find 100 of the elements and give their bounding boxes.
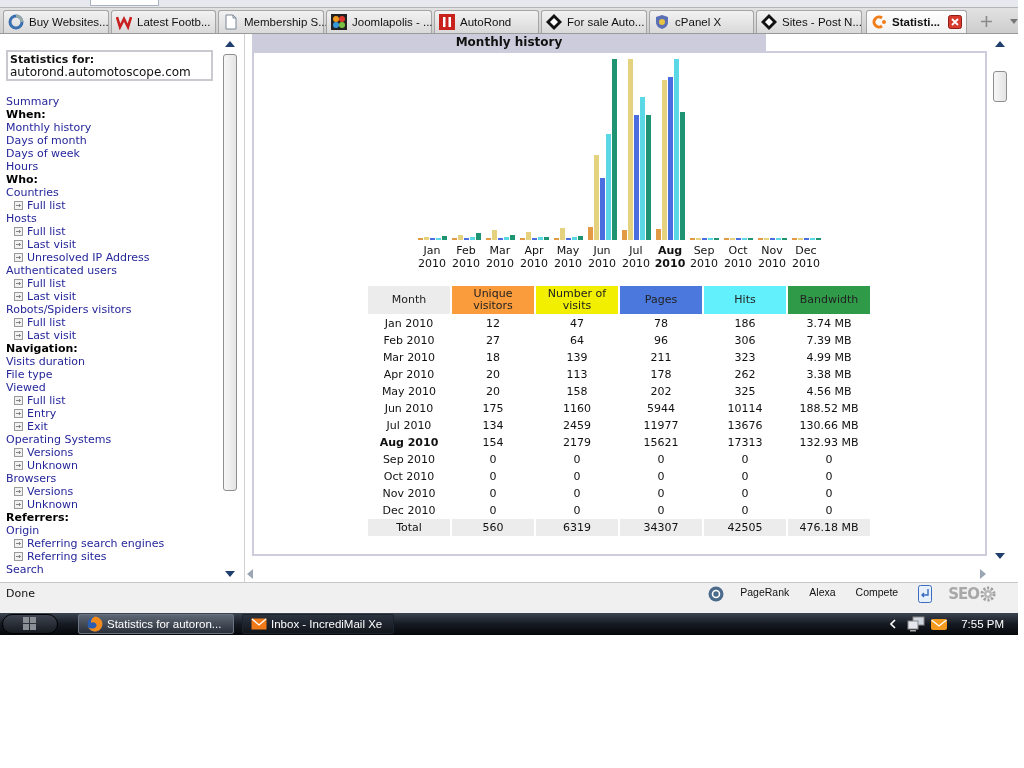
nav-sublink[interactable]: Unknown [27, 459, 79, 472]
table-cell-text: 0 [824, 503, 834, 519]
arrow-box-icon [14, 227, 23, 236]
nav-sublink[interactable]: Last visit [27, 238, 77, 251]
nav-link[interactable]: Countries [6, 186, 59, 199]
browser-tab[interactable]: Joomlapolis - ... [326, 10, 433, 33]
table-cell-text: 0 [488, 503, 498, 519]
browser-tab[interactable]: Membership S... [218, 10, 325, 33]
section-heading: Navigation: [6, 342, 79, 355]
nav-link[interactable]: Hosts [6, 212, 37, 225]
nav-link[interactable]: Days of month [6, 134, 87, 147]
nav-link[interactable]: Operating Systems [6, 433, 112, 446]
table-cell-text: 27 [485, 333, 501, 349]
table-cell-text: Apr 2010 [382, 367, 436, 383]
page-icon [223, 14, 240, 30]
table-cell-text: 0 [740, 452, 750, 468]
nav-sublink[interactable]: Unknown [27, 498, 79, 511]
nav-sublink[interactable]: Referring sites [27, 550, 107, 563]
circle-icon[interactable] [708, 586, 725, 602]
monitor-icon[interactable] [907, 616, 926, 632]
nav-link[interactable]: Browsers [6, 472, 57, 485]
table-cell-text: 202 [649, 384, 673, 400]
arrow-box-icon [14, 318, 23, 327]
nav-sublink[interactable]: Full list [27, 225, 66, 238]
table-cell-text: 0 [824, 469, 834, 485]
start-button[interactable] [2, 614, 58, 634]
nav-sublink[interactable]: Entry [27, 407, 57, 420]
diamond-icon [546, 14, 563, 30]
nav-link[interactable]: Authenticated users [6, 264, 117, 277]
axis-label: Mar 2010 [485, 244, 515, 270]
browser-tab[interactable]: AutoRond [434, 10, 540, 33]
nav-sublink[interactable]: Versions [27, 485, 74, 498]
total-cell: 42505 [704, 519, 786, 536]
nav-link[interactable]: Search [6, 563, 44, 576]
table-cell-text: 0 [572, 503, 582, 519]
table-cell-text: 186 [733, 316, 757, 332]
taskbar-button[interactable]: Inbox - IncrediMail Xe [242, 614, 394, 634]
scrollbar-thumb[interactable] [223, 54, 237, 491]
axis-label: Jun 2010 [587, 244, 617, 270]
statistics-for-label: Statistics for: [10, 53, 96, 66]
scroll-down-button[interactable] [225, 571, 235, 577]
table-cell-text: 0 [656, 469, 666, 485]
table-cell-text: Oct 2010 [382, 469, 436, 485]
nav-link[interactable]: Visits duration [6, 355, 85, 368]
nav-sublink[interactable]: Referring search engines [27, 537, 165, 550]
table-cell-text: 325 [733, 384, 757, 400]
scroll-up-button[interactable] [225, 41, 235, 47]
browser-tab[interactable]: Sites - Post N... [756, 10, 863, 33]
caret-icon[interactable] [1010, 19, 1018, 24]
table-cell-text: 47 [569, 316, 585, 332]
close-tab-icon[interactable] [948, 15, 963, 29]
nav-sublink[interactable]: Versions [27, 446, 74, 459]
table-cell-text: 78 [653, 316, 669, 332]
scroll-up-button[interactable] [995, 41, 1005, 47]
scroll-down-button[interactable] [995, 553, 1005, 559]
nav-sublink[interactable]: Full list [27, 199, 66, 212]
table-cell-text: Feb 2010 [382, 333, 436, 349]
table-cell-text: 178 [649, 367, 673, 383]
table-cell-text: 0 [656, 486, 666, 502]
browser-tab[interactable]: cPanel X [649, 10, 755, 33]
scrollbar-thumb[interactable] [993, 71, 1007, 102]
taskbar-button[interactable]: Statistics for autoron... [78, 614, 234, 634]
arrow-box-icon[interactable] [918, 585, 933, 603]
table-cell-text: 0 [740, 486, 750, 502]
nav-link[interactable]: Monthly history [6, 121, 92, 134]
nav-link[interactable]: Origin [6, 524, 40, 537]
table-cell-text: 17313 [726, 435, 764, 451]
axis-label: Dec 2010 [791, 244, 821, 270]
nav-link[interactable]: Viewed [6, 381, 46, 394]
browser-tab[interactable]: Statisti... [866, 10, 968, 33]
nav-link[interactable]: File type [6, 368, 53, 381]
chevron-left-icon[interactable] [890, 619, 897, 629]
nav-link[interactable]: Summary [6, 95, 60, 108]
total-cell: 560 [452, 519, 534, 536]
table-cell-text: 0 [488, 469, 498, 485]
nav-sublink[interactable]: Full list [27, 394, 66, 407]
browser-tab[interactable]: Buy Websites... [3, 10, 109, 33]
envelope-icon[interactable] [930, 616, 949, 632]
table-cell-text: Mar 2010 [381, 350, 437, 366]
table-cell-text: 7.39 MB [805, 333, 853, 349]
nav-sublink[interactable]: Exit [27, 420, 48, 433]
column-header: Bandwidth [788, 286, 870, 314]
browser-tab[interactable]: Latest Footb... [111, 10, 217, 33]
table-cell-text: 262 [733, 367, 757, 383]
arrow-box-icon [14, 331, 23, 340]
arrow-box-icon [14, 279, 23, 288]
nav-sublink[interactable]: Last visit [27, 290, 77, 303]
toolbar-link[interactable]: Alexa [809, 586, 836, 598]
grid-icon [23, 617, 37, 631]
nav-sublink[interactable]: Unresolved IP Address [27, 251, 150, 264]
nav-link[interactable]: Hours [6, 160, 39, 173]
toolbar-link[interactable]: PageRank [740, 586, 790, 598]
browser-tab[interactable]: For sale Auto... [541, 10, 648, 33]
nav-link[interactable]: Robots/Spiders visitors [6, 303, 132, 316]
table-cell-text: 2459 [562, 418, 592, 434]
toolbar-link[interactable]: Compete [855, 586, 899, 598]
nav-sublink[interactable]: Full list [27, 316, 66, 329]
nav-sublink[interactable]: Last visit [27, 329, 77, 342]
nav-link[interactable]: Days of week [6, 147, 80, 160]
nav-sublink[interactable]: Full list [27, 277, 66, 290]
